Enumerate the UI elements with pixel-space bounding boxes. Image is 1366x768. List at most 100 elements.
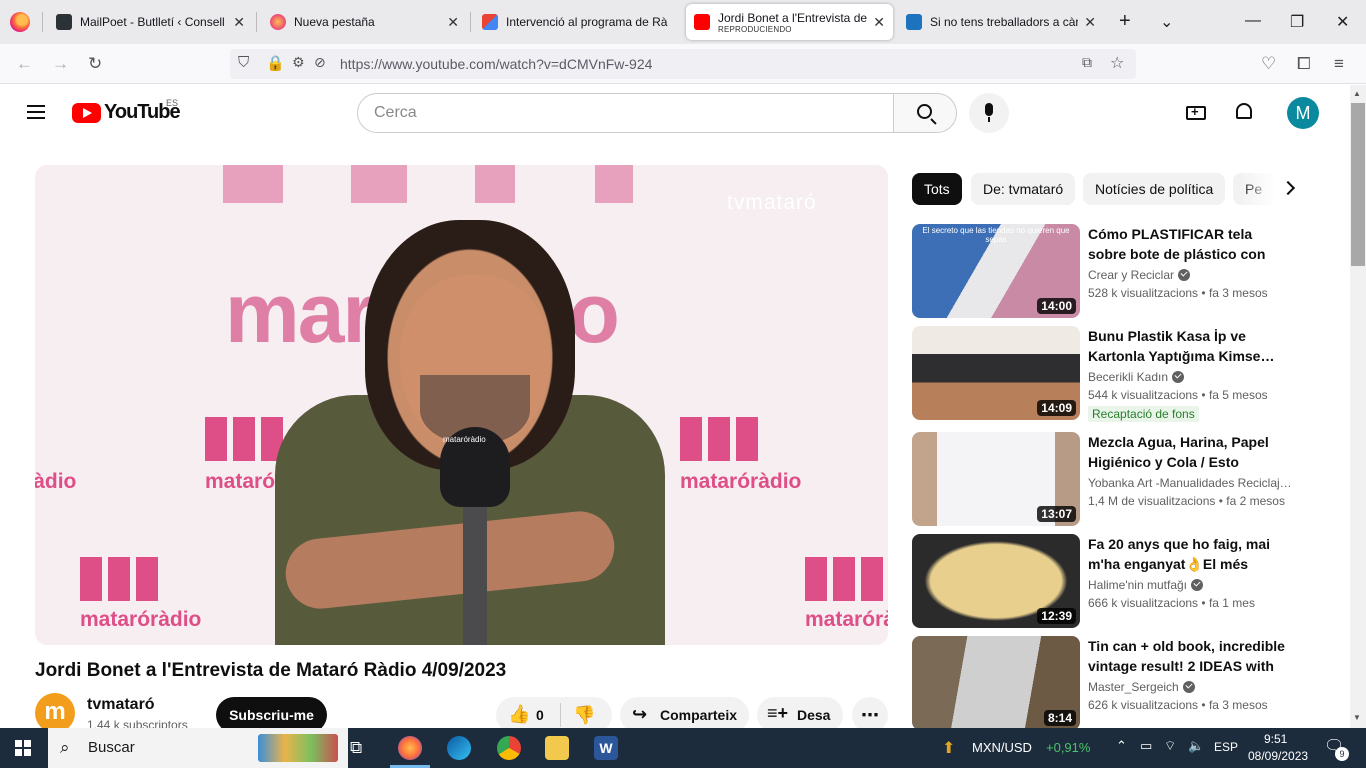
recommendation-item[interactable]: 12:39 Fa 20 anys que ho faig, mai m'ha e… [912,534,1312,630]
browser-tab-youtube-active[interactable]: Jordi Bonet a l'Entrevista de M REPRODUC… [686,4,893,40]
verified-check-icon [1172,371,1185,383]
browser-tab-gmail[interactable]: Intervenció al programa de Rà [474,4,679,40]
bookmark-star-icon[interactable]: ☆ [1110,53,1124,73]
recommendation-title[interactable]: Bunu Plastik Kasa İp ve Kartonla Yaptığı… [1088,326,1288,366]
gmail-favicon-icon [482,14,498,30]
chip-all[interactable]: Tots [912,173,962,205]
notification-count-badge: 9 [1335,747,1349,761]
picture-in-picture-icon[interactable]: ⧉ [1082,54,1092,71]
video-thumbnail[interactable]: 8:14 [912,636,1080,730]
recommendation-channel[interactable]: Yobanka Art -Manualidades Reciclaj… [1088,476,1298,490]
recommendation-title[interactable]: Mezcla Agua, Harina, Papel Higiénico y C… [1088,432,1288,472]
scrollbar-thumb[interactable] [1351,103,1365,266]
guide-menu-icon[interactable] [27,105,45,119]
clock-time[interactable]: 9:51 [1264,732,1287,746]
recommendation-item[interactable]: 14:09 Bunu Plastik Kasa İp ve Kartonla Y… [912,326,1312,422]
video-thumbnail[interactable]: El secreto que las tiendas no quieren qu… [912,224,1080,318]
autoplay-blocked-icon[interactable]: ⊘ [314,54,326,71]
recommendation-title[interactable]: Fa 20 anys que ho faig, mai m'ha enganya… [1088,534,1288,574]
channel-avatar[interactable]: m [35,693,75,733]
chip-politics-news[interactable]: Notícies de política [1083,173,1226,205]
taskbar-file-explorer-icon[interactable] [545,736,569,760]
ticker-symbol[interactable]: MXN/USD [972,740,1032,755]
tab-close-icon[interactable]: ✕ [233,14,245,31]
recommendation-meta: 666 k visualitzacions • fa 1 mes [1088,596,1255,610]
chip-from-channel[interactable]: De: tvmataró [971,173,1076,205]
recommendation-title[interactable]: Cómo PLASTIFICAR tela sobre bote de plás… [1088,224,1288,264]
channel-label: Halime'nin mutfağı [1088,578,1187,592]
scroll-up-arrow-icon[interactable]: ▲ [1353,89,1361,98]
like-count[interactable]: 0 [536,707,544,723]
upload-age: fa 2 mesos [1226,494,1285,508]
app-menu-icon[interactable]: ≡ [1334,54,1344,74]
extensions-puzzle-icon[interactable]: ⧠ [1297,54,1311,74]
taskbar-firefox-icon[interactable] [398,736,422,760]
channel-label: Yobanka Art -Manualidades Reciclaj… [1088,476,1292,490]
browser-tab-new-tab[interactable]: Nueva pestaña ✕ [262,4,467,40]
notifications-bell-icon[interactable] [1236,103,1252,119]
browser-tab-treballadors[interactable]: Si no tens treballadors a càrre ✕ [898,4,1104,40]
voice-search-button[interactable] [969,93,1009,133]
windows-start-icon[interactable] [15,740,31,756]
show-hidden-icons-chevron-icon[interactable]: ⌃ [1116,738,1127,754]
thumbs-up-icon[interactable]: 👍 [508,704,530,725]
recommendation-channel[interactable]: Crear y Reciclar [1088,268,1298,282]
taskbar-search-box[interactable]: ⌕ Buscar [48,728,348,768]
browser-tab-mailpoet[interactable]: MailPoet - Butlletí ‹ Consell C ✕ [48,4,253,40]
battery-icon[interactable]: ▭ [1140,738,1152,754]
permissions-icon[interactable]: ⚙ [292,54,305,71]
input-language[interactable]: ESP [1214,740,1238,754]
search-input[interactable] [357,93,894,133]
recommendation-item[interactable]: 8:14 Tin can + old book, incredible vint… [912,636,1312,732]
account-avatar[interactable]: M [1287,97,1319,129]
backdrop-brand-label: mataróràdio [680,470,802,493]
back-arrow-icon[interactable]: ← [16,54,33,74]
video-thumbnail[interactable]: 12:39 [912,534,1080,628]
new-tab-plus-icon[interactable]: + [1119,10,1131,33]
taskbar-chrome-icon[interactable] [497,736,521,760]
video-thumbnail[interactable]: 13:07 [912,432,1080,526]
tab-close-icon[interactable]: ✕ [447,14,459,31]
lock-icon[interactable]: 🔒 [266,54,285,72]
video-thumbnail[interactable]: 14:09 [912,326,1080,420]
channel-name[interactable]: tvmataró [87,696,155,714]
video-player[interactable]: maróràdio mataróràdio mataróràdio mataró… [35,165,888,645]
recommendation-item[interactable]: 13:07 Mezcla Agua, Harina, Papel Higiéni… [912,432,1312,528]
recommendation-item[interactable]: El secreto que las tiendas no quieren qu… [912,224,1312,320]
reload-icon[interactable]: ↻ [88,54,102,74]
url-text[interactable]: https://www.youtube.com/watch?v=dCMVnFw-… [340,56,652,72]
url-bar[interactable]: ⛉ 🔒 ⚙ ⊘ https://www.youtube.com/watch?v=… [230,49,1136,79]
tracking-protection-shield-icon[interactable]: ⛉ [238,54,249,71]
pocket-icon[interactable]: ♡ [1261,54,1276,74]
fundraiser-badge: Recaptació de fons [1088,406,1199,422]
thumbs-down-icon[interactable]: 👎 [573,705,595,726]
recommendation-channel[interactable]: Master_Sergeich [1088,680,1298,694]
create-video-icon[interactable] [1186,104,1206,120]
scroll-down-arrow-icon[interactable]: ▼ [1353,713,1361,722]
task-view-icon[interactable]: ⧉ [350,738,362,758]
recommendation-title[interactable]: Tin can + old book, incredible vintage r… [1088,636,1288,676]
taskbar-edge-icon[interactable] [447,736,471,760]
recommendation-channel[interactable]: Becerikli Kadın [1088,370,1298,384]
firefox-menu-icon[interactable] [10,12,30,32]
window-minimize-icon[interactable]: — [1245,12,1261,30]
search-button[interactable] [893,93,957,133]
window-restore-icon[interactable]: ❐ [1290,12,1304,32]
taskbar-word-icon[interactable]: W [594,736,618,760]
taskbar-search-icon: ⌕ [60,738,70,757]
backdrop-m-logo [680,405,760,461]
window-close-icon[interactable]: ✕ [1336,12,1349,32]
youtube-logo-icon[interactable] [72,103,101,123]
tab-close-icon[interactable]: ✕ [1084,14,1096,31]
ticker-change[interactable]: +0,91% [1046,740,1090,755]
list-all-tabs-chevron-icon[interactable]: ⌄ [1160,12,1173,32]
tab-close-icon[interactable]: ✕ [873,14,885,31]
clock-date[interactable]: 08/09/2023 [1248,749,1308,763]
network-icon[interactable]: ⌔ [1164,738,1176,754]
video-duration: 13:07 [1037,506,1076,522]
recommendation-meta: 528 k visualitzacions • fa 3 mesos [1088,286,1268,300]
recommendation-channel[interactable]: Halime'nin mutfağı [1088,578,1298,592]
backdrop-m-logo [805,545,885,601]
volume-icon[interactable]: 🔈 [1188,738,1204,754]
forward-arrow-icon[interactable]: → [52,54,69,74]
